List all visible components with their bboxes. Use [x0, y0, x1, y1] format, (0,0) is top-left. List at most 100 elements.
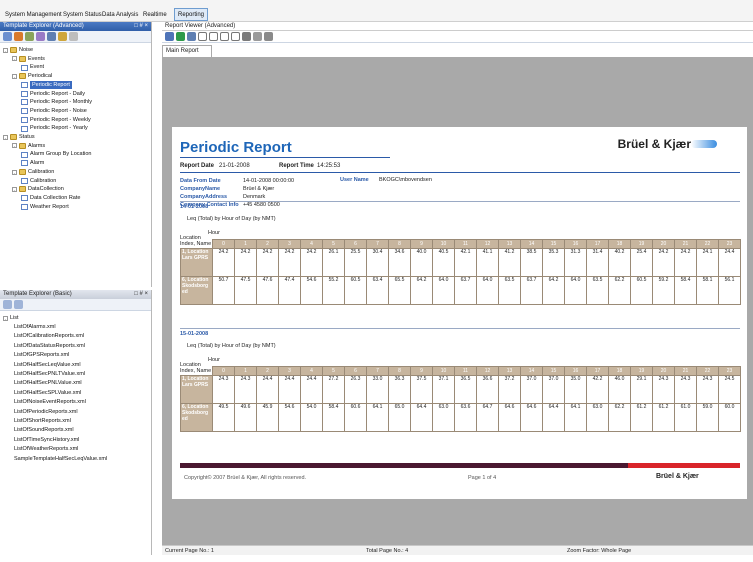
- tree-item[interactable]: - Status: [3, 133, 35, 141]
- add-icon[interactable]: [25, 32, 34, 41]
- value-cell: 24.4: [718, 247, 741, 277]
- file-item-label: ListOfHalfSecPNLTValue.xml: [14, 371, 86, 377]
- file-item[interactable]: ListOfShortReports.xml: [14, 417, 71, 425]
- value-cell: 58.1: [696, 275, 719, 305]
- report-icon: [21, 82, 28, 88]
- tree-item[interactable]: Periodic Report: [21, 80, 72, 90]
- open-icon[interactable]: [14, 32, 23, 41]
- report-icon: [21, 116, 28, 123]
- expand-toggle-icon[interactable]: -: [12, 56, 17, 62]
- tree-item[interactable]: - Alarms: [12, 142, 45, 150]
- menu-system-status[interactable]: System Status: [63, 11, 102, 19]
- tree-item-label: Alarms: [28, 142, 46, 149]
- tree-item[interactable]: - Periodical: [12, 72, 52, 80]
- prev-page-icon[interactable]: [209, 32, 218, 41]
- tree-item[interactable]: Periodic Report - Monthly: [21, 98, 92, 106]
- brand-logo: Brüel & Kjær: [617, 137, 691, 151]
- tree-item[interactable]: Data Collection Rate: [21, 194, 80, 202]
- file-item-label: ListOfSoundReports.xml: [14, 427, 74, 434]
- tree-item[interactable]: - DataCollection: [12, 185, 64, 193]
- file-item[interactable]: ListOfHalfSecSPLValue.xml: [14, 389, 81, 397]
- panel-pin-close-icons[interactable]: □ # ×: [134, 290, 148, 299]
- location-cell: 6, Location Skodsborg ed: [180, 402, 213, 432]
- file-item[interactable]: ListOfPeriodicReports.xml: [14, 408, 78, 416]
- last-page-icon[interactable]: [231, 32, 240, 41]
- file-item[interactable]: ListOfTimeSyncHistory.xml: [14, 436, 79, 444]
- file-item[interactable]: ListOfWeatherReports.xml: [14, 445, 78, 453]
- new-icon[interactable]: [3, 32, 12, 41]
- expand-toggle-icon[interactable]: -: [12, 169, 17, 175]
- hour-header: 8: [388, 366, 411, 376]
- folder-icon: [10, 134, 17, 141]
- expand-toggle-icon[interactable]: -: [3, 134, 8, 140]
- find-icon[interactable]: [253, 32, 262, 41]
- expand-toggle-icon[interactable]: -: [3, 315, 8, 321]
- expand-toggle-icon[interactable]: -: [12, 73, 17, 79]
- open-report-icon[interactable]: [165, 32, 174, 41]
- panel-pin-close-icons[interactable]: □ # ×: [134, 22, 148, 31]
- tree-item[interactable]: Weather Report: [21, 203, 69, 211]
- file-item[interactable]: ListOfNoiseEventReports.xml: [14, 398, 86, 406]
- tree-item[interactable]: - Noise: [3, 46, 33, 54]
- hour-header: 10: [432, 366, 455, 376]
- value-cell: 24.2: [212, 247, 235, 277]
- print-icon[interactable]: [187, 32, 196, 41]
- refresh-icon[interactable]: [176, 32, 185, 41]
- basic-tree: - List ListOfAlarms.xml ListOfCalibrationRe…: [0, 311, 151, 551]
- file-item[interactable]: ListOfHalfSecLeqValue.xml: [14, 361, 81, 369]
- menu-data-analysis[interactable]: Data Analysis: [102, 11, 138, 19]
- tree-item[interactable]: Event: [21, 63, 44, 71]
- save-icon[interactable]: [47, 32, 56, 41]
- panel-title: Template Explorer (Advanced) □ # ×: [0, 22, 151, 31]
- hour-header: 20: [652, 366, 675, 376]
- value-cell: 42.2: [586, 374, 609, 404]
- list-view-icon[interactable]: [3, 300, 12, 309]
- next-page-icon[interactable]: [220, 32, 229, 41]
- tree-item-label: Status: [19, 134, 35, 140]
- tree-item[interactable]: Calibration: [21, 177, 56, 185]
- expand-toggle-icon[interactable]: -: [3, 47, 8, 53]
- file-item[interactable]: ListOfHalfSecPNLTValue.xml: [14, 370, 85, 378]
- report-icon: [21, 108, 28, 115]
- tree-item-label: Events: [28, 55, 45, 62]
- edit-icon[interactable]: [36, 32, 45, 41]
- file-item[interactable]: ListOfGPSReports.xml: [14, 351, 69, 359]
- file-item[interactable]: ListOfCalibrationReports.xml: [14, 332, 84, 340]
- value-cell: 37.0: [520, 374, 543, 404]
- value-cell: 47.4: [278, 275, 301, 305]
- file-item[interactable]: ListOfSoundReports.xml: [14, 426, 74, 434]
- tree-item-label: Alarm: [30, 160, 45, 167]
- folder-icon[interactable]: [58, 32, 67, 41]
- info-label: Data From Date: [180, 178, 221, 184]
- tree-item[interactable]: Periodic Report - Noise: [21, 107, 87, 115]
- tree-item[interactable]: Alarm Group By Location: [21, 150, 91, 158]
- properties-icon[interactable]: [69, 32, 78, 41]
- stop-icon[interactable]: [242, 32, 251, 41]
- file-item[interactable]: ListOfDataStatusReports.xml: [14, 342, 85, 350]
- tree-item[interactable]: Periodic Report - Weekly: [21, 116, 91, 124]
- expand-toggle-icon[interactable]: -: [12, 186, 17, 192]
- file-item[interactable]: ListOfHalfSecPNLValue.xml: [14, 379, 82, 387]
- detail-view-icon[interactable]: [14, 300, 23, 309]
- value-cell: 60.6: [344, 402, 367, 432]
- tree-root[interactable]: - List: [3, 314, 19, 322]
- value-cell: 54.6: [300, 275, 323, 305]
- user-name-label: User Name: [340, 177, 369, 183]
- tree-item[interactable]: Alarm: [21, 159, 44, 167]
- menu-realtime[interactable]: Realtime: [143, 11, 167, 19]
- expand-toggle-icon[interactable]: -: [12, 143, 17, 149]
- tree-item[interactable]: Periodic Report - Daily: [21, 90, 85, 98]
- file-item[interactable]: ListOfAlarms.xml: [14, 323, 56, 331]
- file-item[interactable]: SampleTemplateHalfSecLeqValue.xml: [14, 455, 107, 463]
- value-cell: 24.2: [652, 247, 675, 277]
- menu-system-management[interactable]: System Management: [5, 11, 62, 19]
- first-page-icon[interactable]: [198, 32, 207, 41]
- tree-item[interactable]: Periodic Report - Yearly: [21, 124, 88, 132]
- menu-reporting[interactable]: Reporting: [174, 8, 209, 21]
- zoom-icon[interactable]: [264, 32, 273, 41]
- tab-main-report[interactable]: Main Report: [162, 45, 212, 57]
- tree-item[interactable]: - Calibration: [12, 168, 54, 176]
- tree-item[interactable]: - Events: [12, 55, 45, 63]
- value-cell: 59.0: [696, 402, 719, 432]
- hour-header: 15: [542, 366, 565, 376]
